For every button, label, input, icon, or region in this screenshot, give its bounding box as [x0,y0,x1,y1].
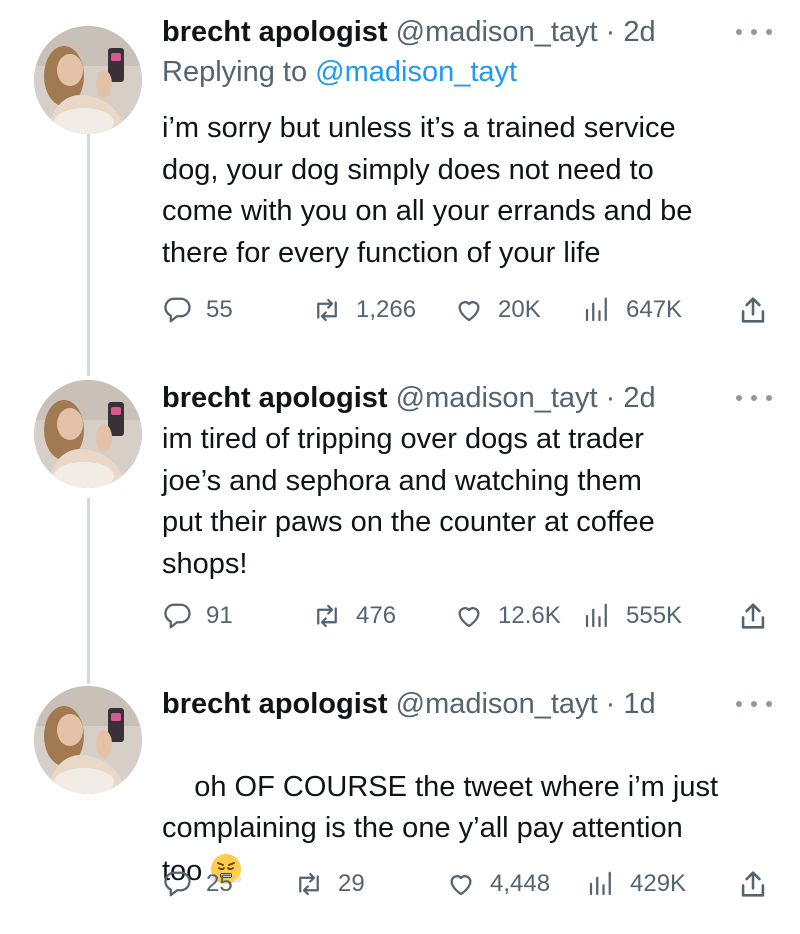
tweet[interactable]: brecht apologist @madison_tayt · 2d im t… [0,380,800,660]
retweet-button[interactable]: 476 [312,596,396,636]
timestamp[interactable]: 2d [623,382,655,414]
retweet-icon [299,872,319,896]
reply-button[interactable]: 25 [162,864,233,904]
tweet[interactable]: brecht apologist @madison_tayt · 1d oh O… [0,686,800,926]
display-name[interactable]: brecht apologist [162,16,388,48]
views-button[interactable]: 555K [582,596,682,636]
tweet-text: i’m sorry but unless it’s a trained serv… [162,112,693,269]
like-button[interactable]: 12.6K [454,596,561,636]
like-count: 12.6K [498,602,561,629]
view-count: 429K [630,870,687,897]
replying-prefix: Replying to [162,56,308,88]
retweet-button[interactable]: 29 [294,864,365,904]
tweet-header: brecht apologist @madison_tayt · 2d [162,380,760,416]
share-icon[interactable] [736,598,770,634]
views-chart-icon [585,297,607,322]
views-chart-icon [585,603,607,628]
user-handle[interactable]: @madison_tayt [396,688,598,720]
reply-count: 91 [206,602,233,629]
retweet-icon [317,298,337,322]
like-button[interactable]: 20K [454,290,541,330]
reply-icon [164,603,191,629]
reply-button[interactable]: 55 [162,290,233,330]
avatar-photo [34,380,142,488]
display-name[interactable]: brecht apologist [162,688,388,720]
retweet-count: 1,266 [356,296,417,323]
views-button[interactable]: 429K [586,864,686,904]
tweet[interactable]: brecht apologist @madison_tayt · 2d Repl… [0,14,800,344]
retweet-button[interactable]: 1,266 [312,290,416,330]
like-button[interactable]: 4,448 [446,864,550,904]
reply-icon [164,297,191,323]
heart-icon [450,875,472,896]
tweet-actions: 55 1,266 20K 647K [162,290,774,330]
replying-to: Replying to @madison_tayt [162,54,517,90]
separator-dot: · [605,688,616,720]
view-count: 555K [626,602,683,629]
avatar[interactable] [34,380,142,488]
views-chart-icon [589,871,611,896]
retweet-count: 476 [356,602,397,629]
view-count: 647K [626,296,683,323]
timestamp[interactable]: 2d [623,16,655,48]
views-button[interactable]: 647K [582,290,682,330]
avatar[interactable] [34,26,142,134]
share-icon[interactable] [736,292,770,328]
share-icon[interactable] [736,866,770,902]
like-count: 4,448 [490,870,551,897]
reply-button[interactable]: 91 [162,596,233,636]
heart-icon [458,301,480,322]
tweet-text: im tired of tripping over dogs at trader… [162,423,655,580]
avatar[interactable] [34,686,142,794]
replying-handle-link[interactable]: @madison_tayt [315,56,517,88]
more-options-icon[interactable] [736,694,772,714]
avatar-photo [34,686,142,794]
heart-icon [458,607,480,628]
tweet-actions: 25 29 4,448 429K [162,864,774,904]
more-options-icon[interactable] [736,22,772,42]
avatar-photo [34,26,142,134]
retweet-count: 29 [338,870,365,897]
user-handle[interactable]: @madison_tayt [396,382,598,414]
display-name[interactable]: brecht apologist [162,382,388,414]
separator-dot: · [605,382,616,414]
tweet-actions: 91 476 12.6K 555K [162,596,774,636]
more-options-icon[interactable] [736,388,772,408]
timestamp[interactable]: 1d [623,688,655,720]
tweet-header: brecht apologist @madison_tayt · 2d [162,14,760,50]
reply-count: 55 [206,296,233,323]
retweet-icon [317,604,337,628]
user-handle[interactable]: @madison_tayt [396,16,598,48]
tweet-header: brecht apologist @madison_tayt · 1d [162,686,760,722]
reply-count: 25 [206,870,233,897]
separator-dot: · [605,16,616,48]
reply-icon [164,871,191,897]
like-count: 20K [498,296,541,323]
